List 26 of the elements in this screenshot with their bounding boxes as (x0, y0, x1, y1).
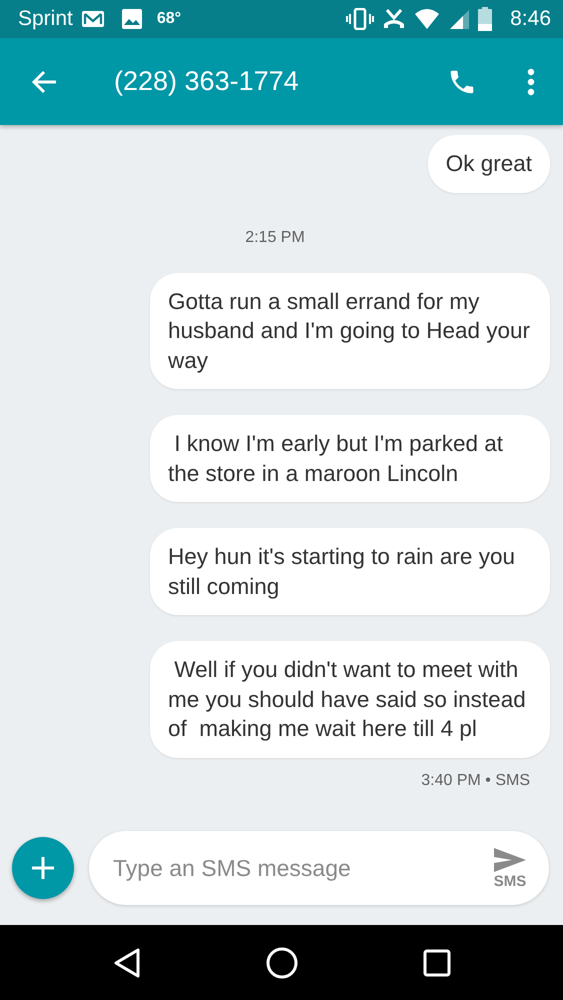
attach-button[interactable] (12, 837, 74, 899)
message-bubble: I know I'm early but I'm parked at the store in a maroon Lincoln (150, 415, 550, 502)
cell-signal-icon (448, 8, 470, 30)
more-options-icon[interactable] (527, 68, 535, 96)
plus-icon (30, 855, 56, 881)
wifi-icon (414, 8, 440, 30)
contact-number: (228) 363-1774 (114, 66, 299, 97)
back-icon[interactable] (112, 946, 142, 978)
temperature: 68° (156, 10, 182, 28)
message-bubble: Gotta run a small errand for my husband and I'm going to Head your way (150, 272, 550, 389)
send-button[interactable]: SMS (493, 846, 527, 890)
image-icon (120, 8, 143, 30)
home-icon[interactable] (264, 946, 298, 980)
mail-icon (80, 9, 105, 29)
battery-icon (478, 7, 492, 31)
clock: 8:46 (510, 7, 551, 31)
message-bubble: Well if you didn't want to meet with me you should have said so instead of making me wait here till 4 pl (150, 641, 550, 758)
message-bubble: Ok great (428, 135, 550, 192)
send-icon (493, 846, 527, 872)
message-status: 3:40 PM • SMS (421, 772, 530, 790)
message-bubble: Hey hun it's starting to rain are you still coming (150, 528, 550, 615)
timestamp: 2:15 PM (245, 228, 305, 246)
carrier-name: Sprint (18, 7, 73, 31)
recents-icon[interactable] (422, 948, 452, 978)
message-field[interactable]: Type an SMS message SMS (89, 831, 549, 905)
vibrate-icon (346, 8, 374, 30)
